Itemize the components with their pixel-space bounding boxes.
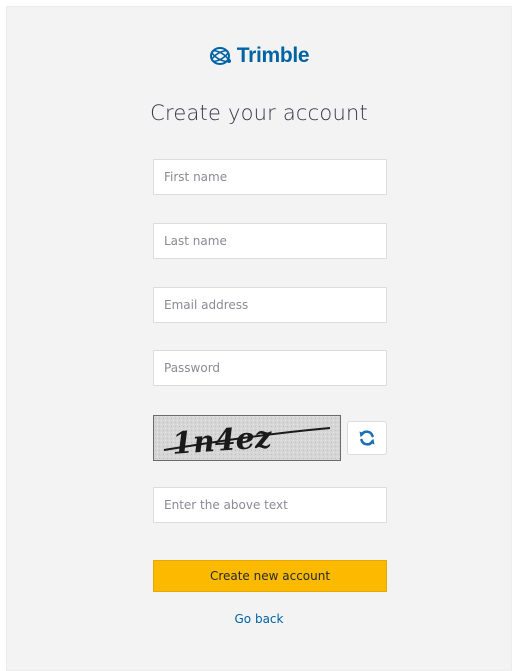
email-field[interactable] bbox=[153, 287, 387, 323]
trimble-logo: Trimble bbox=[7, 43, 511, 69]
brand-name: Trimble bbox=[236, 44, 310, 67]
captcha-image: 1n4ez bbox=[153, 415, 341, 461]
go-back-link[interactable]: Go back bbox=[7, 612, 511, 626]
password-field[interactable] bbox=[153, 350, 387, 386]
captcha-input[interactable] bbox=[153, 487, 387, 523]
page-title: Create your account bbox=[150, 101, 368, 125]
refresh-icon bbox=[359, 430, 375, 446]
first-name-field[interactable] bbox=[153, 159, 387, 195]
captcha-refresh-button[interactable] bbox=[347, 421, 387, 455]
signup-panel: Trimble Create your account 1n4ez bbox=[6, 6, 512, 671]
last-name-field[interactable] bbox=[153, 223, 387, 259]
create-account-button[interactable]: Create new account bbox=[153, 560, 387, 592]
globe-icon bbox=[209, 47, 231, 65]
